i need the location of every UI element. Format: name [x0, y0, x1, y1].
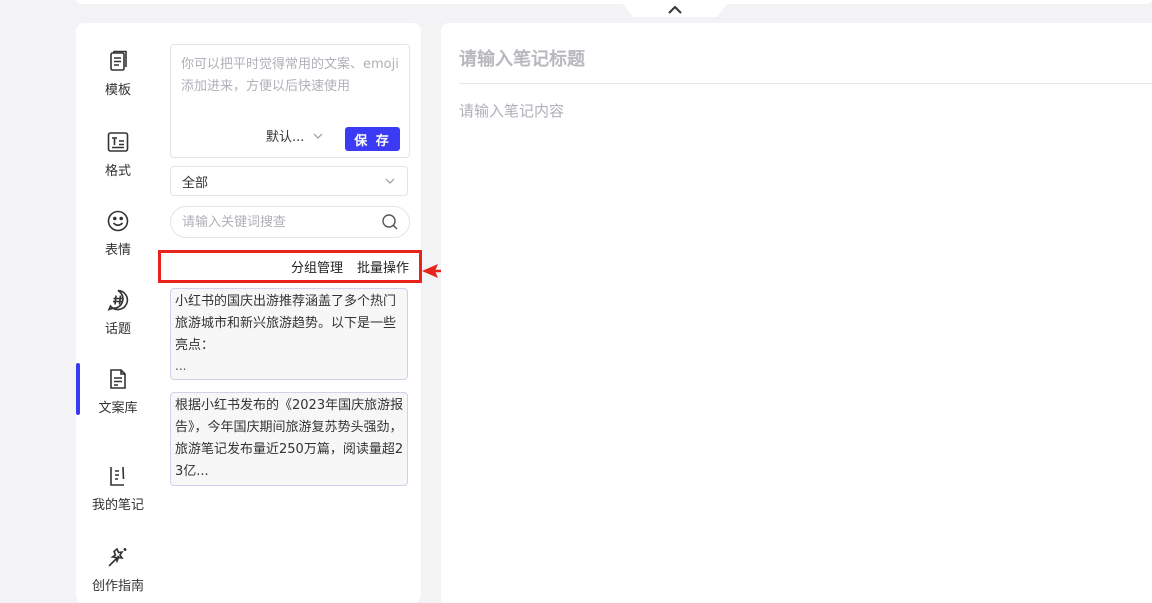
note-editor-panel: 请输入笔记标题 请输入笔记内容 — [441, 23, 1152, 603]
snippet-card[interactable]: 根据小红书发布的《2023年国庆旅游报告》，今年国庆期间旅游复苏势头强劲，旅游笔… — [170, 392, 408, 486]
snippet-text: 小红书的国庆出游推荐涵盖了多个热门旅游城市和新兴旅游趋势。以下是一些亮点： — [175, 294, 397, 353]
template-icon — [106, 49, 130, 73]
nav-item-label: 表情 — [104, 243, 131, 258]
group-filter-select[interactable]: 全部 — [170, 166, 408, 196]
emoji-icon — [106, 209, 130, 233]
snippet-card[interactable]: 小红书的国庆出游推荐涵盖了多个热门旅游城市和新兴旅游趋势。以下是一些亮点： ..… — [170, 288, 408, 380]
keyword-search[interactable] — [170, 206, 410, 238]
chevron-down-icon — [385, 178, 395, 184]
format-icon — [106, 130, 130, 154]
nav-item-format[interactable]: 格式 — [76, 126, 160, 186]
snippet-editor-placeholder[interactable]: 你可以把平时觉得常用的文案、emoji添加进来，方便以后快速使用 — [181, 54, 403, 98]
chevron-up-icon — [668, 5, 682, 14]
left-panel: 模板 格式 表情 话题 文案库 我的笔记 创作指南 你可以把平时觉得常用的文案、… — [76, 23, 422, 603]
nav-item-label: 模板 — [104, 83, 131, 98]
batch-operation-button[interactable]: 批量操作 — [357, 257, 409, 276]
nav-item-label: 我的笔记 — [91, 498, 144, 513]
group-filter-value: 全部 — [182, 175, 209, 191]
search-icon[interactable] — [381, 213, 399, 231]
note-title-input[interactable]: 请输入笔记标题 — [459, 45, 1149, 71]
my-notes-icon — [106, 464, 130, 488]
nav-item-emoji[interactable]: 表情 — [76, 205, 160, 265]
snippet-text: 根据小红书发布的《2023年国庆旅游报告》，今年国庆期间旅游复苏势头强劲，旅游笔… — [175, 398, 404, 479]
side-nav: 模板 格式 表情 话题 文案库 我的笔记 创作指南 — [76, 23, 160, 603]
copy-library-icon — [106, 367, 130, 391]
chevron-down-icon — [313, 133, 323, 139]
library-actions-row: 分组管理 批量操作 — [158, 250, 422, 283]
creation-guide-icon — [106, 545, 130, 569]
nav-item-topic[interactable]: 话题 — [76, 284, 160, 344]
nav-item-creation-guide[interactable]: 创作指南 — [76, 541, 160, 601]
topic-icon — [106, 288, 130, 312]
snippet-ellipsis: ... — [175, 359, 187, 373]
nav-item-label: 话题 — [104, 322, 131, 337]
note-content-input[interactable]: 请输入笔记内容 — [459, 100, 564, 121]
nav-item-my-notes[interactable]: 我的笔记 — [76, 460, 160, 520]
nav-item-label: 格式 — [104, 164, 131, 179]
nav-item-copy-library[interactable]: 文案库 — [76, 363, 160, 423]
collapse-toggle[interactable] — [620, 0, 730, 17]
nav-item-label: 文案库 — [98, 401, 138, 416]
top-bar — [76, 0, 1152, 4]
search-input[interactable] — [182, 214, 381, 230]
save-button[interactable]: 保 存 — [345, 127, 400, 151]
group-select-value: 默认... — [266, 130, 305, 145]
title-divider — [459, 83, 1152, 84]
group-manage-button[interactable]: 分组管理 — [291, 257, 343, 276]
group-select[interactable]: 默认... — [266, 126, 323, 145]
nav-item-label: 创作指南 — [91, 579, 144, 594]
nav-item-template[interactable]: 模板 — [76, 45, 160, 105]
snippet-editor[interactable]: 你可以把平时觉得常用的文案、emoji添加进来，方便以后快速使用 默认... 保… — [170, 44, 410, 158]
